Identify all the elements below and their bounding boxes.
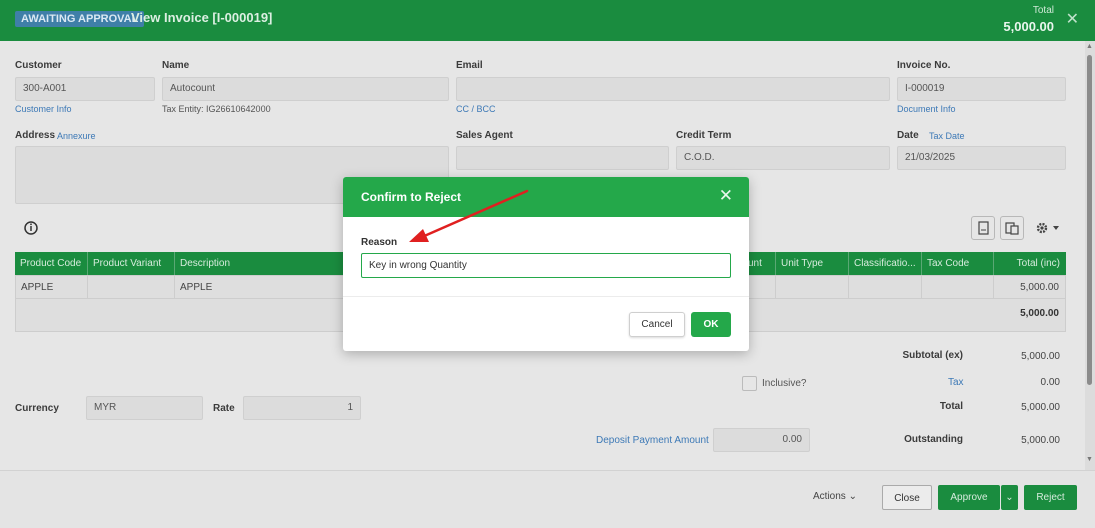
tax-entity-text: Tax Entity: IG26610642000 — [162, 104, 271, 114]
customer-label: Customer — [15, 60, 62, 71]
credit-term-label: Credit Term — [676, 130, 732, 141]
outstanding-value: 5,000.00 — [1021, 435, 1060, 446]
outstanding-label: Outstanding — [904, 434, 963, 445]
column-header[interactable]: Classificatio... — [849, 252, 922, 275]
modal-title: Confirm to Reject — [361, 190, 462, 204]
page-title: View Invoice [I-000019] — [131, 10, 273, 25]
address-label: Address — [15, 130, 56, 141]
total-value: 5,000.00 — [1021, 402, 1060, 413]
ok-button[interactable]: OK — [691, 312, 731, 337]
tax-link[interactable]: Tax — [948, 377, 964, 388]
close-button[interactable]: Close — [882, 485, 932, 510]
actions-label: Actions — [813, 491, 846, 502]
pdf-button[interactable] — [971, 216, 995, 240]
approve-button[interactable]: Approve — [938, 485, 1000, 510]
name-field[interactable]: Autocount — [162, 77, 449, 101]
invoice-no-field[interactable]: I-000019 — [897, 77, 1066, 101]
gear-icon — [1036, 222, 1059, 234]
header-total-value: 5,000.00 — [1003, 19, 1054, 34]
settings-dropdown[interactable] — [1036, 220, 1062, 236]
actions-dropdown[interactable]: Actions ⌄ — [813, 491, 857, 502]
reason-label: Reason — [361, 237, 398, 248]
cell-classification[interactable] — [849, 276, 922, 299]
cancel-button[interactable]: Cancel — [629, 312, 685, 337]
column-header[interactable]: Product Code — [15, 252, 88, 275]
scroll-down-icon[interactable]: ▼ — [1086, 456, 1093, 463]
confirm-reject-modal: Confirm to Reject ✕ Reason Cancel OK — [343, 177, 749, 351]
column-header[interactable]: Total (inc) — [994, 252, 1066, 275]
tax-value: 0.00 — [1040, 377, 1060, 388]
info-button[interactable] — [19, 216, 43, 240]
reason-input[interactable] — [361, 253, 731, 278]
subtotal-label: Subtotal (ex) — [902, 350, 963, 361]
close-icon[interactable]: ✕ — [719, 186, 733, 206]
deposit-payment-link[interactable]: Deposit Payment Amount — [596, 435, 709, 446]
currency-label: Currency — [15, 403, 59, 414]
sales-agent-label: Sales Agent — [456, 130, 513, 141]
cell-product-variant[interactable] — [88, 276, 175, 299]
copy-icon — [1005, 222, 1019, 235]
column-header[interactable]: Product Variant — [88, 252, 175, 275]
close-icon[interactable]: ✕ — [1066, 9, 1079, 29]
rate-field[interactable]: 1 — [243, 396, 361, 420]
header-total-label: Total — [1032, 5, 1054, 16]
grid-footer-total: 5,000.00 — [1020, 308, 1059, 319]
pdf-icon — [978, 221, 989, 235]
header-bar: AWAITING APPROVAL View Invoice [I-000019… — [0, 0, 1095, 41]
scrollbar[interactable]: ▲ ▼ — [1085, 41, 1095, 470]
customer-info-link[interactable]: Customer Info — [15, 104, 72, 114]
credit-term-field[interactable]: C.O.D. — [676, 146, 890, 170]
total-label: Total — [939, 401, 963, 412]
reject-button[interactable]: Reject — [1024, 485, 1077, 510]
name-label: Name — [162, 60, 190, 71]
cell-total[interactable]: 5,000.00 — [994, 276, 1065, 299]
currency-field[interactable]: MYR — [86, 396, 203, 420]
email-label: Email — [456, 60, 483, 71]
sales-agent-field[interactable] — [456, 146, 669, 170]
rate-label: Rate — [213, 403, 235, 414]
info-icon — [24, 221, 38, 235]
column-header[interactable]: Unit Type — [776, 252, 849, 275]
annexure-link[interactable]: Annexure — [57, 131, 96, 141]
cell-unit-type[interactable] — [776, 276, 849, 299]
chevron-down-icon: ⌄ — [1005, 492, 1014, 503]
footer-bar: Actions ⌄ Close Approve ⌄ Reject — [0, 470, 1095, 528]
document-info-link[interactable]: Document Info — [897, 104, 956, 114]
email-field[interactable] — [456, 77, 890, 101]
cc-bcc-link[interactable]: CC / BCC — [456, 104, 496, 114]
date-label: Date — [897, 130, 919, 141]
customer-field[interactable]: 300-A001 — [15, 77, 155, 101]
column-header[interactable]: Tax Code — [922, 252, 994, 275]
scroll-thumb[interactable] — [1087, 55, 1092, 385]
copy-button[interactable] — [1000, 216, 1024, 240]
tax-date-link[interactable]: Tax Date — [929, 131, 965, 141]
inclusive-label: Inclusive? — [762, 378, 807, 389]
deposit-field[interactable]: 0.00 — [713, 428, 810, 452]
date-field[interactable]: 21/03/2025 — [897, 146, 1066, 170]
cell-tax-code[interactable] — [922, 276, 994, 299]
subtotal-value: 5,000.00 — [1021, 351, 1060, 362]
inclusive-checkbox[interactable] — [742, 376, 757, 391]
scroll-up-icon[interactable]: ▲ — [1086, 43, 1093, 50]
modal-divider — [343, 296, 749, 297]
status-badge: AWAITING APPROVAL — [15, 11, 145, 27]
cell-product-code[interactable]: APPLE — [16, 276, 88, 299]
chevron-down-icon: ⌄ — [848, 491, 857, 502]
approve-dropdown-button[interactable]: ⌄ — [1001, 485, 1018, 510]
invoice-no-label: Invoice No. — [897, 60, 951, 71]
modal-header: Confirm to Reject ✕ — [343, 177, 749, 217]
